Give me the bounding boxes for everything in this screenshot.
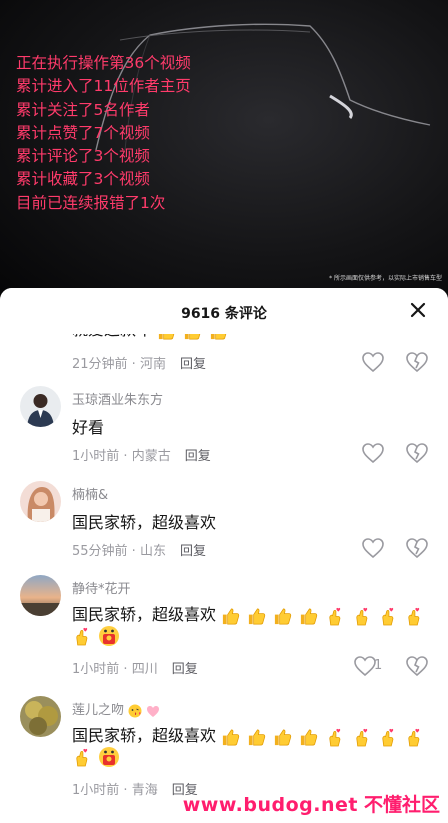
status-line: 目前已连续报错了1次: [16, 193, 166, 212]
finger-heart-icon: [329, 728, 341, 746]
comments-panel: 就爱这款车 21分钟前 · 河南回复 玉琼酒业朱东方 好看 1小时前 · 内蒙古: [0, 288, 448, 823]
broken-heart-icon[interactable]: [405, 537, 429, 559]
comment-username[interactable]: 玉琼酒业朱东方: [72, 389, 163, 408]
comment-location: 内蒙古: [131, 449, 171, 464]
finger-heart-icon: [76, 627, 88, 645]
red-envelope-emoji-icon: [99, 747, 120, 767]
heart-icon[interactable]: [361, 351, 385, 373]
status-line: 累计进入了11位作者主页: [16, 77, 191, 96]
finger-heart-icon: [382, 607, 393, 625]
status-line: 正在执行操作第36个视频: [16, 54, 191, 72]
comment-location: 四川: [131, 662, 158, 677]
avatar[interactable]: [20, 481, 61, 522]
reply-button[interactable]: 回复: [180, 544, 206, 559]
reply-button[interactable]: 回复: [172, 662, 198, 677]
broken-heart-icon[interactable]: [405, 655, 429, 677]
comment-list[interactable]: 就爱这款车 21分钟前 · 河南回复 玉琼酒业朱东方 好看 1小时前 · 内蒙古: [0, 288, 448, 823]
comment-meta: 1小时前 · 四川 回复: [72, 662, 198, 677]
comment-text-continued: [72, 746, 122, 768]
thumbs-up-icon: [275, 608, 292, 624]
comment-time: 55分钟前: [72, 544, 128, 559]
heart-icon[interactable]: [361, 442, 385, 464]
comment-text: 国民家轿，超级喜欢: [72, 513, 217, 532]
finger-heart-icon: [329, 607, 341, 625]
comment-time: 1小时前: [72, 449, 120, 464]
thumbs-up-icon: [301, 608, 318, 624]
comment-count-title: 9616 条评论: [181, 306, 267, 322]
automation-status-log: 正在执行操作第36个视频 累计进入了11位作者主页 累计关注了5名作者 累计点赞…: [16, 52, 191, 215]
comment-location: 河南: [139, 357, 166, 372]
status-line: 累计收藏了3个视频: [16, 170, 150, 189]
finger-heart-icon: [382, 728, 393, 746]
thumbs-up-icon: [223, 608, 240, 624]
comment-time: 1小时前: [72, 783, 120, 798]
finger-heart-icon: [355, 728, 367, 746]
avatar[interactable]: [20, 696, 61, 737]
comment-meta: 55分钟前 · 山东 回复: [72, 544, 206, 559]
avatar[interactable]: [20, 386, 61, 427]
comment-text: 国民家轿，超级喜欢: [72, 601, 425, 626]
avatar[interactable]: [20, 575, 61, 616]
watermark-brand: 不懂社区: [363, 794, 440, 816]
comment-meta: 21分钟前 · 河南 回复: [72, 357, 206, 372]
comment-text: 国民家轿，超级喜欢: [72, 722, 425, 747]
comment-meta: 1小时前 · 青海 回复: [72, 783, 198, 798]
sparkling-heart-icon: [147, 705, 160, 717]
like-count: 1: [374, 658, 383, 673]
broken-heart-icon[interactable]: [405, 442, 429, 464]
reply-button[interactable]: 回复: [180, 357, 206, 372]
comment-item: 玉琼酒业朱东方 好看 1小时前 · 内蒙古 回复: [0, 384, 448, 480]
comment-text-continued: [72, 625, 122, 647]
thumbs-up-icon: [249, 729, 266, 745]
comment-location: 青海: [131, 783, 158, 798]
watermark-url: www.budog.net: [182, 794, 358, 816]
reply-button[interactable]: 回复: [185, 449, 211, 464]
comment-location: 山东: [139, 544, 166, 559]
thumbs-up-icon: [249, 608, 266, 624]
emoji-group: [221, 727, 425, 747]
emoji-group: [72, 746, 122, 768]
comment-username[interactable]: 静待*花开: [72, 578, 131, 597]
status-line: 累计评论了3个视频: [16, 147, 150, 166]
comment-item: 静待*花开 国民家轿，超级喜欢 1小时前 · 四川 回复 1: [0, 573, 448, 691]
thumbs-up-icon: [301, 729, 318, 745]
comment-meta: 1小时前 · 内蒙古 回复: [72, 449, 211, 464]
comment-text: 好看: [72, 418, 105, 437]
emoji-group: [72, 625, 122, 647]
status-line: 累计点赞了7个视频: [16, 123, 150, 142]
kiss-face-icon: [128, 704, 142, 717]
comment-item: 楠楠& 国民家轿，超级喜欢 55分钟前 · 山东 回复: [0, 479, 448, 575]
video-player[interactable]: 正在执行操作第36个视频 累计进入了11位作者主页 累计关注了5名作者 累计点赞…: [0, 0, 448, 300]
emoji-group: [221, 606, 425, 626]
finger-heart-icon: [408, 728, 420, 746]
heart-icon[interactable]: [361, 537, 385, 559]
comment-time: 21分钟前: [72, 357, 128, 372]
thumbs-up-icon: [275, 729, 292, 745]
close-icon[interactable]: [406, 298, 430, 322]
finger-heart-icon: [355, 607, 367, 625]
thumbs-up-icon: [223, 729, 240, 745]
site-watermark: www.budog.net 不懂社区: [183, 790, 440, 817]
comment-time: 1小时前: [72, 662, 120, 677]
finger-heart-icon: [76, 748, 88, 766]
comments-header: 9616 条评论: [0, 288, 448, 334]
comment-username[interactable]: 楠楠&: [72, 484, 108, 503]
red-envelope-emoji-icon: [99, 626, 120, 646]
status-line: 累计关注了5名作者: [16, 100, 150, 119]
broken-heart-icon[interactable]: [405, 351, 429, 373]
comment-username[interactable]: 莲儿之吻: [72, 699, 160, 718]
video-disclaimer: * 所示画面仅供参考，以实际上市销售车型: [329, 275, 442, 282]
finger-heart-icon: [408, 607, 420, 625]
